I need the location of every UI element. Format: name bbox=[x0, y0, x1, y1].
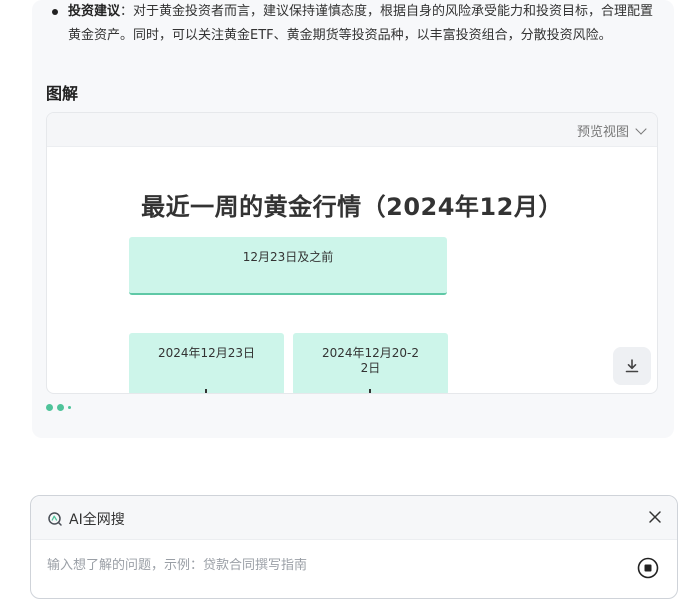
bullet-body: ：对于黄金投资者而言，建议保持谨慎态度，根据自身的风险承受能力和投资目标，合理配… bbox=[68, 4, 654, 43]
typing-dot bbox=[68, 406, 71, 409]
bullet-dot bbox=[52, 9, 58, 15]
ai-search-header: AI全网搜 bbox=[31, 496, 677, 540]
node-label-line2: 2日 bbox=[360, 361, 381, 375]
ai-search-icon bbox=[48, 512, 62, 526]
bullet-text-block: 投资建议：对于黄金投资者而言，建议保持谨慎态度，根据自身的风险承受能力和投资目标… bbox=[46, 0, 664, 48]
diagram-node-dec20-22: 2024年12月20-2 2日 bbox=[293, 333, 448, 393]
section-title: 图解 bbox=[46, 84, 79, 103]
node-label-line1: 2024年12月20-2 bbox=[321, 346, 420, 360]
diagram-node-before-dec23: 12月23日及之前 bbox=[129, 237, 447, 295]
diagram-node-dec23: 2024年12月23日 bbox=[129, 333, 284, 393]
node-label: 12月23日及之前 bbox=[242, 250, 334, 264]
bullet-investment-advice: 投资建议：对于黄金投资者而言，建议保持谨慎态度，根据自身的风险承受能力和投资目标… bbox=[46, 0, 664, 48]
bullet-label: 投资建议 bbox=[68, 4, 121, 19]
connector-tick bbox=[369, 389, 371, 393]
diagram-card: 预览视图 最近一周的黄金行情（2024年12月） 12月23日及之前 2024年… bbox=[46, 112, 658, 394]
answer-card: 投资建议：对于黄金投资者而言，建议保持谨慎态度，根据自身的风险承受能力和投资目标… bbox=[32, 0, 674, 438]
typing-dot bbox=[57, 404, 64, 411]
chevron-down-icon bbox=[635, 122, 647, 135]
download-icon bbox=[625, 359, 639, 373]
ai-search-panel: AI全网搜 bbox=[30, 495, 678, 599]
stop-generation-icon[interactable] bbox=[637, 557, 659, 579]
diagram-toolbar: 预览视图 bbox=[47, 113, 657, 147]
question-input[interactable] bbox=[47, 558, 607, 573]
diagram-title: 最近一周的黄金行情（2024年12月） bbox=[141, 193, 563, 221]
download-button[interactable] bbox=[613, 347, 651, 385]
connector-tick bbox=[205, 389, 207, 393]
typing-indicator bbox=[46, 404, 71, 411]
typing-dot bbox=[46, 404, 53, 411]
preview-view-dropdown[interactable]: 预览视图 bbox=[576, 121, 647, 140]
node-label: 2024年12月23日 bbox=[157, 346, 256, 360]
ai-search-title: AI全网搜 bbox=[69, 512, 125, 528]
preview-view-label: 预览视图 bbox=[576, 125, 629, 140]
close-icon[interactable] bbox=[647, 509, 663, 525]
